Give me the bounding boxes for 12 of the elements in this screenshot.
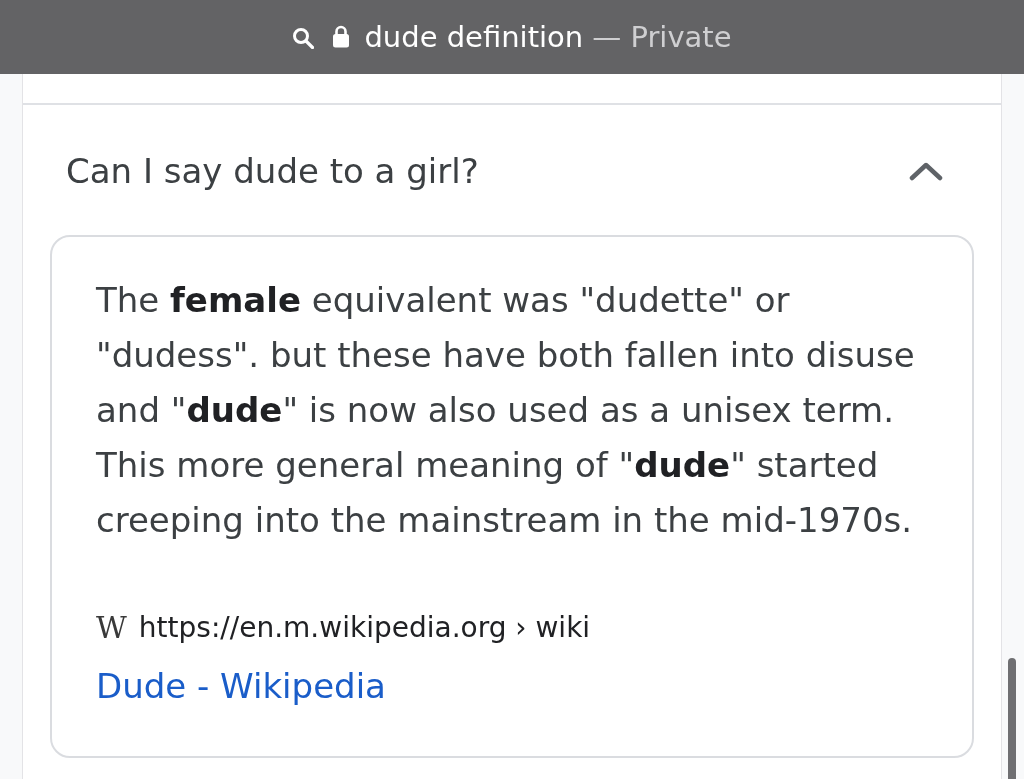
lock-icon: [332, 24, 351, 48]
source-url: https://en.m.wikipedia.org › wiki: [138, 610, 591, 646]
favicon-icon: W: [96, 611, 125, 645]
faq-question[interactable]: Can I say dude to a girl?: [66, 149, 479, 193]
answer-text: The female equivalent was "dudette" or "dudess". but these have both fallen into disuse and "dude" is now also used as a unisex term. This more general meaning of "dude" started creeping into the mainstream in the mid-1970s.: [96, 279, 916, 542]
search-query: dude definition: [364, 19, 584, 56]
address-bar[interactable]: dude definition — Private: [0, 0, 1024, 74]
chevron-up-icon[interactable]: [909, 161, 943, 181]
private-mode-label: — Private: [592, 19, 732, 56]
scrollbar[interactable]: [1008, 658, 1016, 779]
source-link[interactable]: Dude - Wikipedia: [96, 664, 386, 708]
search-icon: [292, 27, 315, 49]
